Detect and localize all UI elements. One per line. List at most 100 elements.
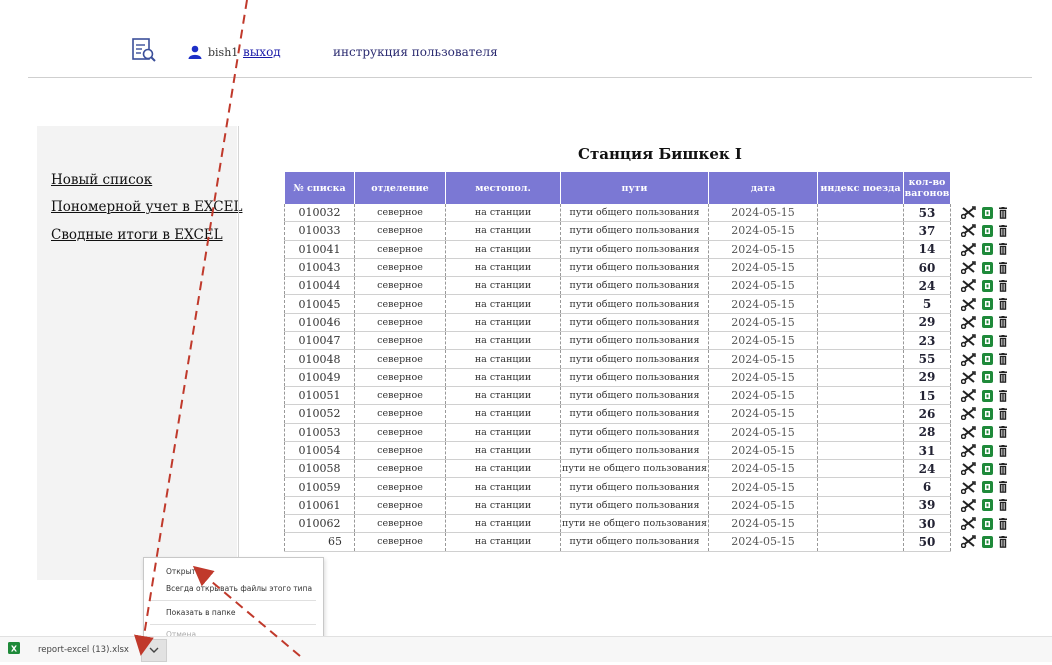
trash-icon[interactable] bbox=[999, 389, 1007, 402]
wagon-count-cell: 53 bbox=[903, 204, 951, 223]
menu-item-open[interactable]: Открыть bbox=[166, 567, 200, 576]
trash-icon[interactable] bbox=[999, 279, 1007, 292]
trash-icon[interactable] bbox=[999, 535, 1007, 548]
tools-icon[interactable] bbox=[960, 425, 976, 439]
column-header[interactable]: отделение bbox=[354, 172, 446, 204]
trash-icon[interactable] bbox=[999, 206, 1007, 219]
trash-icon[interactable] bbox=[999, 407, 1007, 420]
trash-icon[interactable] bbox=[999, 499, 1007, 512]
logout-link[interactable]: выход bbox=[243, 45, 281, 59]
trash-icon[interactable] bbox=[999, 298, 1007, 310]
tools-icon[interactable] bbox=[960, 206, 976, 220]
tools-icon[interactable] bbox=[960, 499, 976, 513]
tools-icon[interactable] bbox=[960, 517, 976, 531]
tools-icon[interactable] bbox=[960, 224, 976, 238]
tools-icon[interactable] bbox=[960, 352, 976, 366]
trash-icon[interactable] bbox=[999, 316, 1007, 329]
table-row[interactable]: 010045 северное на станции пути общего поль… bbox=[284, 294, 1022, 314]
table-row[interactable]: 010051 северное на станции пути общего поль… bbox=[284, 386, 1022, 406]
report-search-icon[interactable] bbox=[131, 37, 157, 63]
column-header[interactable]: дата bbox=[708, 172, 818, 204]
table-row[interactable]: 010047 северное на станции пути общего поль… bbox=[284, 331, 1022, 351]
excel-icon[interactable] bbox=[982, 481, 993, 494]
table-row[interactable]: 010061 северное на станции пути общего поль… bbox=[284, 496, 1022, 516]
excel-icon[interactable] bbox=[982, 279, 993, 292]
excel-icon[interactable] bbox=[982, 517, 993, 530]
table-row[interactable]: 010054 северное на станции пути общего поль… bbox=[284, 441, 1022, 461]
user-manual-link[interactable]: инструкция пользователя bbox=[333, 45, 498, 59]
tools-icon[interactable] bbox=[960, 242, 976, 256]
tools-icon[interactable] bbox=[960, 316, 976, 330]
table-row[interactable]: 010032 северное на станции пути общего поль… bbox=[284, 204, 1022, 223]
tools-icon[interactable] bbox=[960, 334, 976, 348]
column-header[interactable]: пути bbox=[560, 172, 709, 204]
download-options-button[interactable] bbox=[141, 639, 167, 662]
wagon-count-cell: 15 bbox=[903, 386, 951, 406]
excel-icon[interactable] bbox=[982, 298, 993, 311]
tools-icon[interactable] bbox=[960, 371, 976, 385]
tools-icon[interactable] bbox=[960, 261, 976, 275]
trash-icon[interactable] bbox=[999, 462, 1007, 475]
excel-icon[interactable] bbox=[982, 444, 993, 457]
table-row[interactable]: 010046 северное на станции пути общего поль… bbox=[284, 313, 1022, 333]
trash-icon[interactable] bbox=[999, 517, 1007, 530]
tools-icon[interactable] bbox=[960, 279, 976, 293]
excel-icon[interactable] bbox=[982, 224, 993, 237]
tools-icon[interactable] bbox=[960, 535, 976, 549]
trash-icon[interactable] bbox=[999, 334, 1007, 347]
sidebar-item-new-list[interactable]: Новый список bbox=[51, 172, 152, 188]
train-index-cell bbox=[817, 221, 904, 241]
table-row[interactable]: 010058 северное на станции пути не общего п… bbox=[284, 459, 1022, 479]
table-row[interactable]: 010059 северное на станции пути общего поль… bbox=[284, 477, 1022, 497]
sidebar-item-excel-summary[interactable]: Сводные итоги в EXCEL bbox=[51, 227, 223, 243]
trash-icon[interactable] bbox=[999, 261, 1007, 274]
table-row[interactable]: 010043 северное на станции пути общего поль… bbox=[284, 258, 1022, 278]
excel-icon[interactable] bbox=[982, 206, 993, 219]
trash-icon[interactable] bbox=[999, 444, 1007, 457]
excel-icon[interactable] bbox=[982, 353, 993, 366]
download-filename[interactable]: report-excel (13).xlsx bbox=[38, 645, 129, 655]
table-row[interactable]: 010044 северное на станции пути общего поль… bbox=[284, 276, 1022, 296]
trash-icon[interactable] bbox=[999, 353, 1007, 365]
tools-icon[interactable] bbox=[960, 462, 976, 476]
sidebar-item-excel-numbered[interactable]: Пономерной учет в EXCEL bbox=[51, 199, 242, 215]
row-actions bbox=[951, 240, 1022, 258]
tools-icon[interactable] bbox=[960, 480, 976, 494]
excel-icon[interactable] bbox=[982, 462, 993, 475]
trash-icon[interactable] bbox=[999, 481, 1007, 493]
excel-icon[interactable] bbox=[982, 334, 993, 347]
excel-icon[interactable] bbox=[982, 243, 993, 256]
tools-icon[interactable] bbox=[960, 407, 976, 421]
excel-icon[interactable] bbox=[982, 261, 993, 274]
menu-item-always-open[interactable]: Всегда открывать файлы этого типа bbox=[166, 584, 312, 593]
excel-icon[interactable] bbox=[982, 499, 993, 512]
column-header[interactable]: кол-во вагонов bbox=[903, 172, 951, 204]
excel-icon[interactable] bbox=[982, 316, 993, 329]
excel-icon[interactable] bbox=[982, 426, 993, 439]
column-header[interactable]: индекс поезда bbox=[817, 172, 904, 204]
trash-icon[interactable] bbox=[999, 371, 1007, 384]
tracks-cell: пути общего пользования bbox=[560, 313, 709, 333]
table-row[interactable]: 010048 северное на станции пути общего поль… bbox=[284, 349, 1022, 369]
trash-icon[interactable] bbox=[999, 426, 1007, 439]
trash-icon[interactable] bbox=[999, 224, 1007, 237]
column-header[interactable]: местопол. bbox=[445, 172, 561, 204]
trash-icon[interactable] bbox=[999, 243, 1007, 256]
excel-icon[interactable] bbox=[982, 371, 993, 384]
excel-icon[interactable] bbox=[982, 535, 993, 548]
table-row[interactable]: 65 северное на станции пути общего пользова… bbox=[284, 532, 1022, 552]
table-row[interactable]: 010052 северное на станции пути общего поль… bbox=[284, 404, 1022, 424]
tools-icon[interactable] bbox=[960, 297, 976, 311]
table-row[interactable]: 010053 северное на станции пути общего поль… bbox=[284, 423, 1022, 442]
train-index-cell bbox=[817, 404, 904, 424]
tools-icon[interactable] bbox=[960, 389, 976, 403]
table-row[interactable]: 010062 северное на станции пути не общего п… bbox=[284, 514, 1022, 534]
table-row[interactable]: 010041 северное на станции пути общего поль… bbox=[284, 240, 1022, 259]
column-header[interactable]: № списка bbox=[284, 172, 355, 204]
menu-item-show-in-folder[interactable]: Показать в папке bbox=[166, 608, 235, 617]
excel-icon[interactable] bbox=[982, 389, 993, 402]
table-row[interactable]: 010049 северное на станции пути общего поль… bbox=[284, 368, 1022, 387]
tools-icon[interactable] bbox=[960, 444, 976, 458]
excel-icon[interactable] bbox=[982, 407, 993, 420]
table-row[interactable]: 010033 северное на станции пути общего поль… bbox=[284, 221, 1022, 241]
